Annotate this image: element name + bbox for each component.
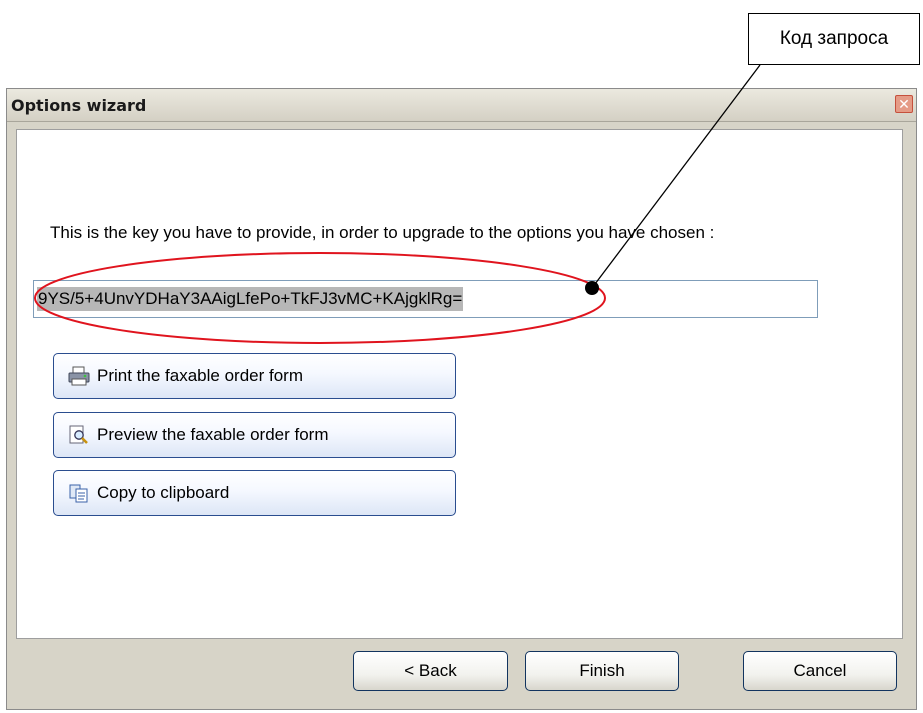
request-key-field[interactable]: 9YS/5+4UnvYDHaY3AAigLfePo+TkFJ3vMC+KAjgk… (33, 280, 818, 318)
preview-icon (68, 425, 90, 445)
preview-order-form-label: Preview the faxable order form (97, 425, 329, 444)
close-icon: ✕ (898, 96, 910, 112)
instruction-text: This is the key you have to provide, in … (50, 223, 715, 242)
cancel-button-label: Cancel (793, 661, 847, 680)
close-button[interactable]: ✕ (895, 95, 913, 113)
title-bar: Options wizard ✕ (7, 89, 916, 122)
cancel-button[interactable]: Cancel (743, 651, 897, 691)
request-key-value: 9YS/5+4UnvYDHaY3AAigLfePo+TkFJ3vMC+KAjgk… (37, 287, 464, 311)
copy-to-clipboard-button[interactable]: Copy to clipboard (53, 470, 456, 516)
finish-button[interactable]: Finish (525, 651, 679, 691)
preview-order-form-button[interactable]: Preview the faxable order form (53, 412, 456, 458)
printer-icon (68, 366, 90, 386)
finish-button-label: Finish (579, 661, 625, 680)
clipboard-icon (68, 483, 90, 503)
callout-label: Код запроса (779, 28, 889, 49)
back-button[interactable]: < Back (353, 651, 508, 691)
back-button-label: < Back (404, 661, 457, 680)
print-order-form-button[interactable]: Print the faxable order form (53, 353, 456, 399)
options-wizard-window: Options wizard ✕ (6, 88, 917, 710)
print-order-form-label: Print the faxable order form (97, 366, 303, 385)
window-title: Options wizard (11, 96, 147, 115)
copy-to-clipboard-label: Copy to clipboard (97, 483, 230, 502)
callout-label-box: Код запроса (748, 13, 920, 65)
